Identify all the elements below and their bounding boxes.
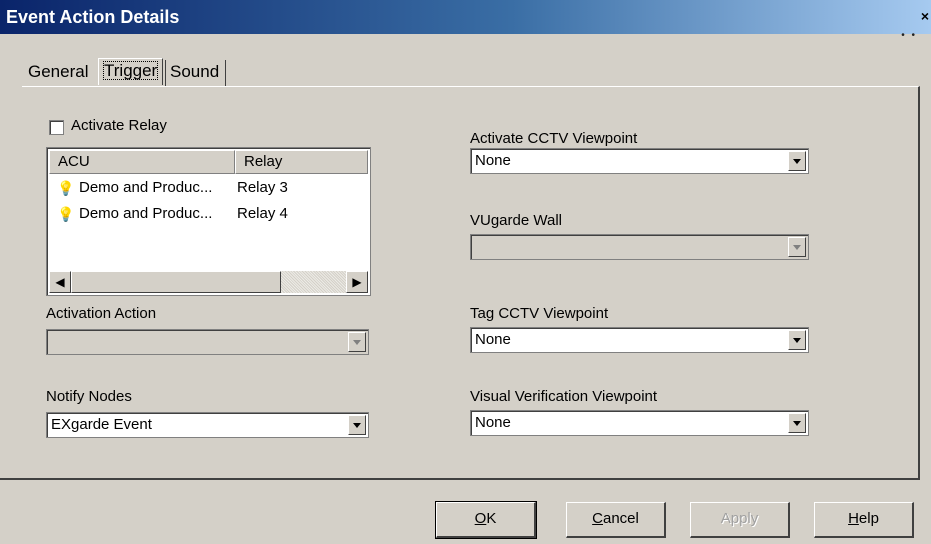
scroll-left-icon[interactable]: ◀ — [49, 271, 71, 293]
chevron-down-icon[interactable] — [348, 332, 366, 352]
column-header-acu[interactable]: ACU — [49, 150, 235, 174]
help-button[interactable]: Help — [814, 502, 914, 538]
notify-nodes-value: EXgarde Event — [51, 416, 152, 433]
notify-nodes-label: Notify Nodes — [46, 388, 132, 405]
cancel-button[interactable]: Cancel — [566, 502, 666, 538]
visual-verification-select[interactable]: None — [470, 410, 809, 436]
scroll-thumb[interactable] — [71, 271, 281, 293]
scroll-right-icon[interactable]: ▶ — [346, 271, 368, 293]
tag-cctv-value: None — [475, 331, 511, 348]
cancel-label: ancel — [602, 510, 639, 527]
apply-button[interactable]: Apply — [690, 502, 790, 538]
activate-cctv-select[interactable]: None — [470, 148, 809, 174]
help-label: elp — [858, 510, 879, 527]
ok-label: K — [486, 510, 497, 527]
horizontal-scrollbar[interactable]: ◀ ▶ — [49, 271, 368, 293]
tab-sound[interactable]: Sound — [165, 60, 227, 86]
lightbulb-icon: 💡 — [57, 206, 75, 222]
tab-trigger-label: Trigger — [103, 61, 159, 80]
list-item[interactable]: 💡 Demo and Produc... Relay 3 — [57, 176, 288, 200]
visual-verification-value: None — [475, 414, 511, 431]
activate-relay-label: Activate Relay — [71, 117, 167, 134]
ok-accel: O — [474, 510, 487, 527]
tab-trigger[interactable]: Trigger — [98, 58, 164, 85]
chevron-down-icon[interactable] — [788, 151, 806, 171]
list-header: ACU Relay — [49, 150, 368, 174]
list-item-relay: Relay 3 — [237, 179, 288, 196]
help-accel: H — [848, 510, 859, 527]
activation-action-label: Activation Action — [46, 305, 157, 322]
grip-dots: • • — [901, 30, 917, 41]
close-icon[interactable]: × — [919, 8, 929, 24]
list-item-acu: Demo and Produc... — [79, 179, 213, 196]
window-title: Event Action Details — [6, 7, 180, 27]
relay-list[interactable]: ACU Relay 💡 Demo and Produc... Relay 3 💡… — [46, 147, 371, 296]
tag-cctv-select[interactable]: None — [470, 327, 809, 353]
chevron-down-icon[interactable] — [788, 413, 806, 433]
tab-general[interactable]: General — [28, 60, 88, 86]
title-bar[interactable]: Event Action Details × — [0, 0, 931, 34]
tag-cctv-label: Tag CCTV Viewpoint — [470, 305, 609, 322]
chevron-down-icon[interactable] — [348, 415, 366, 435]
activate-cctv-value: None — [475, 152, 511, 169]
ok-button[interactable]: OK — [435, 501, 537, 539]
activate-relay-checkbox[interactable] — [49, 120, 64, 135]
cancel-accel: C — [592, 510, 603, 527]
activation-action-select[interactable] — [46, 329, 369, 355]
vugarde-wall-label: VUgarde Wall — [470, 212, 562, 229]
list-item[interactable]: 💡 Demo and Produc... Relay 4 — [57, 202, 288, 226]
list-item-relay: Relay 4 — [237, 205, 288, 222]
chevron-down-icon[interactable] — [788, 237, 806, 257]
lightbulb-icon: 💡 — [57, 180, 75, 196]
divider — [0, 478, 920, 480]
activate-cctv-label: Activate CCTV Viewpoint — [470, 130, 638, 147]
notify-nodes-select[interactable]: EXgarde Event — [46, 412, 369, 438]
list-item-acu: Demo and Produc... — [79, 205, 213, 222]
column-header-relay[interactable]: Relay — [235, 150, 368, 174]
vugarde-wall-select[interactable] — [470, 234, 809, 260]
chevron-down-icon[interactable] — [788, 330, 806, 350]
visual-verification-label: Visual Verification Viewpoint — [470, 388, 658, 405]
